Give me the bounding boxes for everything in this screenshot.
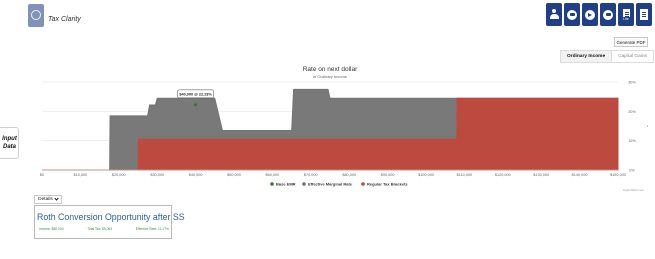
x-tick-label: $140,000 <box>572 173 588 177</box>
details-label: Details <box>38 197 53 202</box>
x-tick-label: $90,000 <box>381 173 395 177</box>
input-data-label-line1: Input <box>2 136 17 142</box>
x-tick-label: $150,000 <box>610 173 626 177</box>
x-tick-label: $110,000 <box>457 173 473 177</box>
y-tick-label: 10% <box>628 139 636 143</box>
x-tick-label: $30,000 <box>150 173 164 177</box>
user-icon <box>549 9 559 20</box>
roth-card-stats: Income: $80,000 Total Tax: $9,063 Effect… <box>39 227 169 231</box>
legend-marker <box>302 182 306 186</box>
calculator-icon <box>603 9 613 20</box>
app-title: Tax Clarity <box>48 16 81 23</box>
x-tick-label: $20,000 <box>112 173 126 177</box>
legend-item: Base EMR <box>276 182 296 187</box>
roth-conversion-card: Roth Conversion Opportunity after SS Inc… <box>34 205 185 239</box>
y-tick-label: 30% <box>628 81 636 85</box>
income-type-tabs: Ordinary Income Capital Gains <box>560 50 654 63</box>
generate-pdf-button[interactable]: Generate PDF <box>614 37 648 47</box>
details-dropdown[interactable]: Details <box>34 195 62 204</box>
legend-item: Regular Tax Brackets <box>367 182 408 187</box>
x-tick-label: $10,000 <box>74 173 88 177</box>
chart-credit: Highcharts.com <box>623 188 644 192</box>
play-icon <box>585 9 595 20</box>
tab-capital-gains[interactable]: Capital Gains <box>612 50 654 63</box>
app-page: Tax Clarity Lite Generate PDF Ordinary I… <box>0 0 655 259</box>
chart-subtitle: of Ordinary Income <box>313 74 348 79</box>
roth-effective-rate: Effective Rate: 11.17% <box>135 227 169 231</box>
calculator-button[interactable] <box>600 3 616 26</box>
input-data-toggle[interactable]: Input Data <box>0 127 19 159</box>
rate-chart: Rate on next dollar of Ordinary Income 0% 1… <box>30 63 648 193</box>
tax-clarity-logo[interactable] <box>28 4 44 27</box>
x-tick-label: $80,000 <box>342 173 356 177</box>
lite-document-icon: Lite <box>622 8 630 21</box>
x-tick-label: $60,000 <box>266 173 280 177</box>
x-tick-label: $70,000 <box>304 173 318 177</box>
document-icon <box>640 9 648 20</box>
chevron-down-icon <box>54 196 59 201</box>
legend-marker <box>270 182 274 186</box>
legend-item: Effective Marginal Rate <box>308 182 353 187</box>
x-tick-label: $50,000 <box>227 173 241 177</box>
roth-card-title: Roth Conversion Opportunity after SS <box>37 212 185 222</box>
y-tick-label: 20% <box>628 110 636 114</box>
user-button[interactable] <box>546 3 562 26</box>
roth-total-tax: Total Tax: $9,063 <box>87 227 113 231</box>
report-button[interactable] <box>636 3 652 26</box>
x-tick-label: $40,000 <box>189 173 203 177</box>
toolbar: Lite <box>546 3 652 26</box>
lite-label: Lite <box>623 16 629 21</box>
play-button[interactable] <box>582 3 598 26</box>
x-tick-label: $130,000 <box>533 173 549 177</box>
x-tick-label: $100,000 <box>418 173 434 177</box>
x-tick-label: $120,000 <box>495 173 511 177</box>
roth-income: Income: $80,000 <box>39 227 64 231</box>
x-tick-label: $0 <box>40 173 44 177</box>
y-axis-title: Effective Marginal Tax Rate <box>647 102 648 151</box>
tab-ordinary-income[interactable]: Ordinary Income <box>560 50 613 63</box>
car-button[interactable] <box>564 3 580 26</box>
car-icon <box>567 9 577 20</box>
base-emr-point <box>194 103 198 107</box>
input-data-label-line2: Data <box>2 144 16 150</box>
chart-title: Rate on next dollar <box>303 66 358 73</box>
lite-report-button[interactable]: Lite <box>618 3 634 26</box>
tooltip-text: $40,000 @ 22.23% <box>179 92 212 96</box>
rate-chart-svg: Rate on next dollarof Ordinary Income 0% 1… <box>40 66 648 192</box>
legend-marker <box>361 182 365 186</box>
y-tick-label: 0% <box>629 169 635 173</box>
